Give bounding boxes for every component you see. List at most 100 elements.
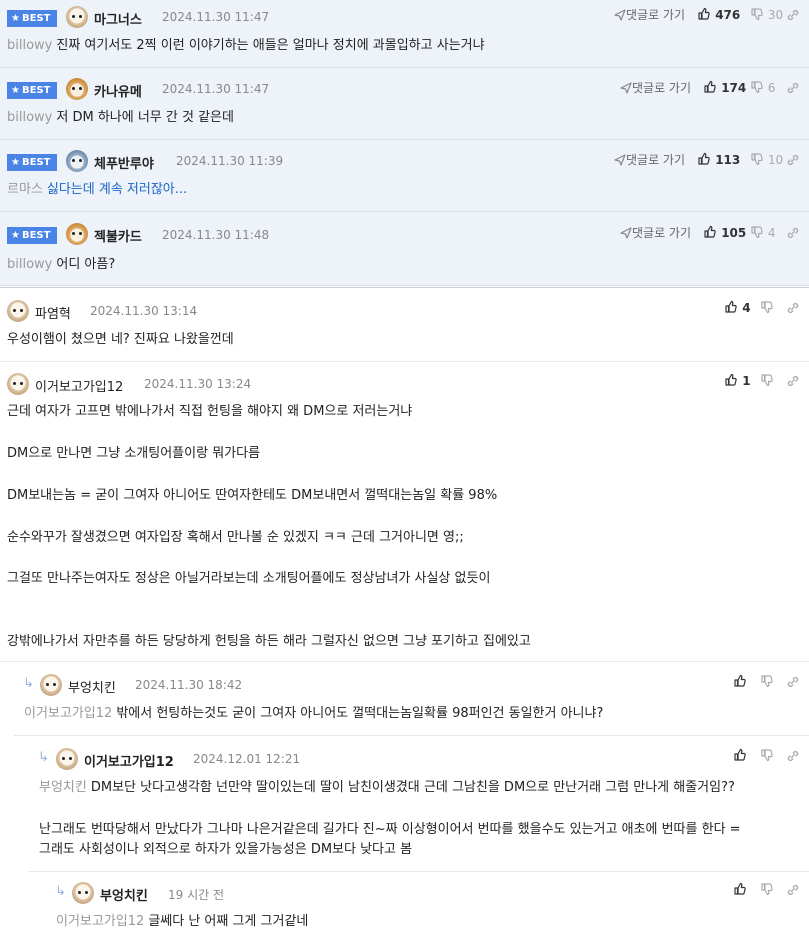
nickname[interactable]: 이거보고가입12 [35, 376, 123, 395]
copy-link-icon[interactable] [786, 374, 800, 388]
thumbs-up-icon [724, 373, 738, 387]
downvote-button[interactable] [760, 748, 774, 763]
nickname[interactable]: 카나유메 [94, 81, 142, 100]
downvote-button[interactable]: 10 [750, 152, 783, 167]
best-comment: ★ BEST 카나유메 2024.11.30 11:47 댓글로 가기 174 6… [0, 68, 809, 140]
star-icon: ★ [11, 157, 20, 168]
thumbs-down-icon [760, 882, 774, 896]
comment-body: 르마스 싫다는데 계속 저러잖아... [7, 182, 188, 197]
downvote-button[interactable]: 4 [750, 225, 775, 240]
upvote-button[interactable] [733, 882, 747, 897]
nickname[interactable]: 파염혁 [35, 303, 71, 322]
comment-date: 2024.11.30 13:14 [90, 304, 198, 318]
thumbs-up-icon [724, 300, 738, 314]
nickname[interactable]: 체푸반루야 [94, 153, 154, 172]
copy-link-icon[interactable] [786, 153, 800, 167]
send-icon [620, 227, 632, 239]
comment-line: DM으로 만나면 그냥 소개팅어플이랑 뭐가다름 [7, 446, 261, 461]
downvote-button[interactable] [760, 674, 774, 689]
upvote-button[interactable]: 105 [703, 225, 746, 240]
go-to-comment-link[interactable]: 댓글로 가기 [620, 79, 691, 96]
copy-link-icon[interactable] [786, 226, 800, 240]
avatar [72, 882, 94, 904]
thumbs-down-icon [750, 152, 764, 166]
copy-link-icon[interactable] [786, 883, 800, 897]
upvote-button[interactable] [733, 748, 747, 763]
avatar [40, 674, 62, 696]
nickname[interactable]: 마그너스 [94, 9, 142, 28]
comment-date: 2024.11.30 11:39 [176, 154, 284, 168]
thumbs-down-icon [760, 373, 774, 387]
comment-line: 그걸또 만나주는여자도 정상은 아닐거라보는데 소개팅어플에도 정상남녀가 사실… [7, 571, 491, 586]
comment: 이거보고가입12 2024.11.30 13:24 1 근데 여자가 고프면 밖… [0, 362, 809, 662]
copy-link-icon[interactable] [786, 8, 800, 22]
upvote-button[interactable]: 174 [703, 80, 746, 95]
nickname[interactable]: 부엉치킨 [68, 677, 116, 696]
comment-date: 2024.11.30 11:48 [162, 228, 270, 242]
thumbs-up-icon [703, 80, 717, 94]
thumbs-up-icon [697, 152, 711, 166]
upvote-button[interactable]: 4 [724, 300, 751, 315]
comment-date: 19 시간 전 [168, 888, 225, 902]
best-badge: ★ BEST [7, 154, 57, 171]
nickname[interactable]: 이거보고가입12 [84, 751, 174, 770]
comment-page: { "best_comments":[ {"badge":"BEST","nic… [0, 0, 809, 930]
comment-body: billowy 저 DM 하나에 너무 간 것 같은데 [7, 110, 234, 125]
comment-line: 난그래도 번따당해서 만났다가 그나마 나은거같은데 길가다 진~짜 이상형이어… [39, 822, 741, 837]
comment-body: 이거보고가입12 글쎄다 난 어째 그게 그거같네 [56, 914, 309, 929]
comment-body: 이거보고가입12 밖에서 헌팅하는것도 굳이 그여자 아니어도 껄떡대는놈일확률 … [24, 706, 604, 721]
thumbs-up-icon [697, 7, 711, 21]
thumbs-down-icon [760, 300, 774, 314]
send-icon [614, 154, 626, 166]
downvote-button[interactable] [760, 300, 774, 315]
thumbs-up-icon [733, 748, 747, 762]
copy-link-icon[interactable] [786, 81, 800, 95]
upvote-button[interactable]: 476 [697, 7, 740, 22]
avatar [7, 373, 29, 395]
thumbs-down-icon [760, 748, 774, 762]
thumbs-down-icon [750, 225, 764, 239]
downvote-button[interactable]: 30 [750, 7, 783, 22]
copy-link-icon[interactable] [786, 749, 800, 763]
comment-line: 그래도 사회성이나 외적으로 하자가 있을가능성은 DM보다 낮다고 봄 [39, 842, 413, 857]
star-icon: ★ [11, 230, 20, 241]
upvote-button[interactable]: 113 [697, 152, 740, 167]
go-to-comment-link[interactable]: 댓글로 가기 [614, 151, 685, 168]
comment-date: 2024.11.30 11:47 [162, 82, 270, 96]
comment-body: billowy 진짜 여기서도 2찍 이런 이야기하는 애들은 얼마나 정치에 과… [7, 38, 485, 53]
best-comment: ★ BEST 마그너스 2024.11.30 11:47 댓글로 가기 476 3… [0, 0, 809, 68]
comment-body: 부엉치킨 DM보단 낫다고생각함 넌만약 딸이있는데 딸이 남친이생겼대 근데 그… [39, 780, 735, 795]
upvote-button[interactable]: 1 [724, 373, 751, 388]
thumbs-up-icon [733, 674, 747, 688]
upvote-button[interactable] [733, 674, 747, 689]
reply: ↳ 부엉치킨 2024.11.30 18:42 이거보고가입12 밖에서 헌팅하는… [14, 662, 809, 736]
thumbs-down-icon [760, 674, 774, 688]
reply-arrow-icon: ↳ [23, 676, 34, 691]
copy-link-icon[interactable] [786, 675, 800, 689]
nickname[interactable]: 부엉치킨 [100, 885, 148, 904]
reply: ↳ 부엉치킨 19 시간 전 이거보고가입12 글쎄다 난 어째 그게 그거같네 [46, 872, 809, 930]
go-to-comment-link[interactable]: 댓글로 가기 [620, 224, 691, 241]
thumbs-up-icon [703, 225, 717, 239]
thumbs-up-icon [733, 882, 747, 896]
avatar [66, 223, 88, 245]
go-to-comment-link[interactable]: 댓글로 가기 [614, 6, 685, 23]
nickname[interactable]: 젝불카드 [94, 226, 142, 245]
downvote-button[interactable] [760, 373, 774, 388]
comment-line: 근데 여자가 고프면 밖에나가서 직접 헌팅을 해야지 왜 DM으로 저러는거냐 [7, 404, 413, 419]
reply: ↳ 이거보고가입12 2024.12.01 12:21 부엉치킨 DM보단 낫다고… [28, 736, 809, 872]
reply-arrow-icon: ↳ [38, 750, 49, 765]
downvote-button[interactable] [760, 882, 774, 897]
comment-body: 우성이햄이 쳤으면 네? 진짜요 나왔을껀데 [7, 332, 234, 347]
copy-link-icon[interactable] [786, 301, 800, 315]
downvote-button[interactable]: 6 [750, 80, 775, 95]
avatar [7, 300, 29, 322]
comment-line: 강밖에나가서 자만추를 하든 당당하게 헌팅을 하든 해라 그럴자신 없으면 그… [7, 634, 531, 649]
comment-date: 2024.11.30 18:42 [135, 678, 243, 692]
star-icon: ★ [11, 13, 20, 24]
comment-date: 2024.12.01 12:21 [193, 752, 301, 766]
comment-body: billowy 어디 아픔? [7, 257, 116, 272]
reply-arrow-icon: ↳ [55, 884, 66, 899]
comment-line: 순수와꾸가 잘생겼으면 여자입장 혹해서 만나볼 순 있겠지 ㅋㅋ 근데 그거아… [7, 530, 464, 545]
avatar [66, 6, 88, 28]
